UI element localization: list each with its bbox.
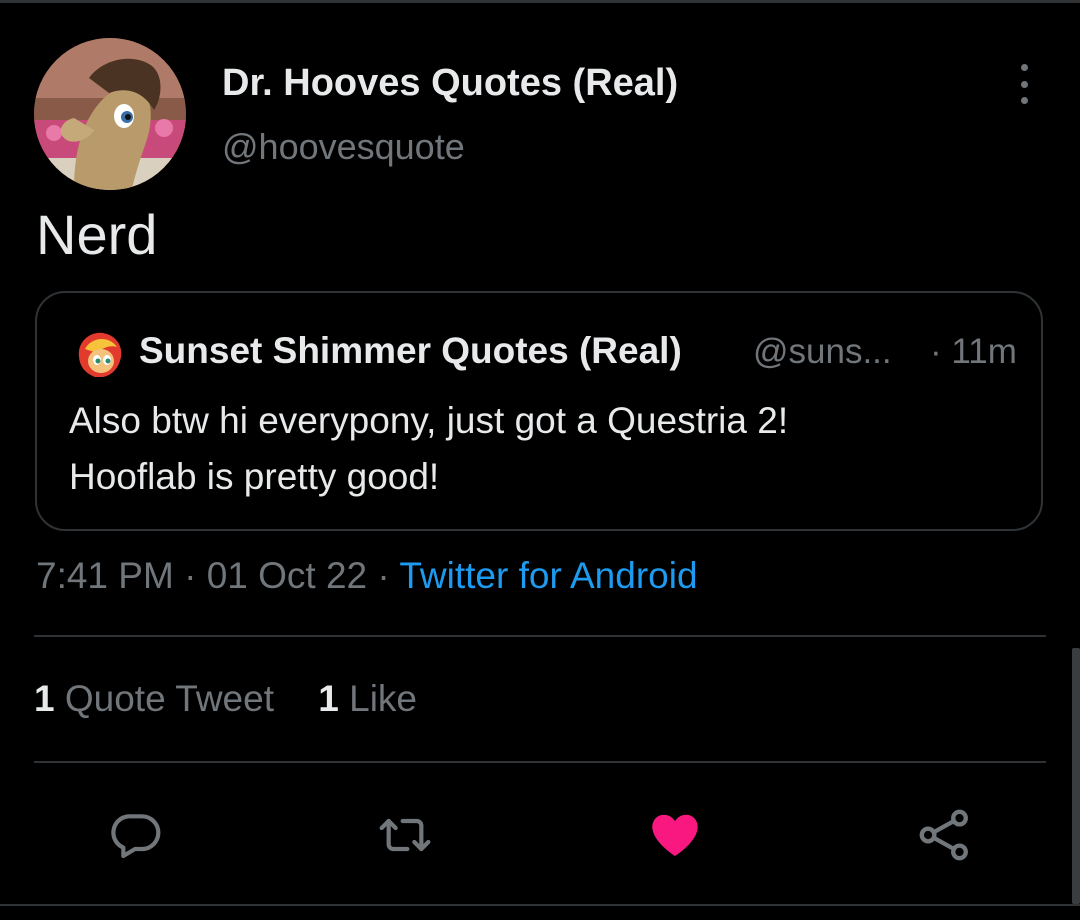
quote-tweet-count: 1: [34, 678, 55, 719]
quoted-author-handle: @suns...: [753, 332, 892, 371]
quoted-author-name: Sunset Shimmer Quotes (Real): [139, 330, 682, 371]
top-border: [0, 0, 1080, 3]
action-bar: [0, 804, 1080, 866]
bottom-border: [0, 904, 1080, 906]
quoted-text-line-1: Also btw hi everypony, just got a Questr…: [69, 400, 789, 441]
quoted-timestamp: · 11m: [930, 332, 1017, 371]
like-button[interactable]: [644, 804, 706, 866]
quote-tweets-stat[interactable]: 1 Quote Tweet: [34, 678, 274, 719]
retweet-button[interactable]: [374, 804, 436, 866]
tweet-time: 7:41 PM: [36, 555, 174, 596]
dot: [1020, 97, 1028, 104]
heart-icon: [652, 814, 698, 856]
like-count: 1: [318, 678, 339, 719]
quoted-text-line-2: Hooflab is pretty good!: [69, 456, 440, 497]
tweet-source-link[interactable]: Twitter for Android: [399, 555, 697, 596]
sunset-avatar-icon: [73, 327, 127, 381]
meta-separator: ·: [173, 555, 207, 596]
reply-icon: [111, 814, 161, 859]
dot: [1020, 80, 1028, 88]
quoted-tweet-card[interactable]: Sunset Shimmer Quotes (Real) @suns... · …: [35, 291, 1043, 531]
like-label: Like: [349, 678, 418, 719]
author-handle[interactable]: @hoovesquote: [222, 126, 465, 168]
divider: [34, 635, 1046, 637]
dot: [1020, 64, 1028, 71]
author-avatar[interactable]: [34, 38, 186, 190]
pony-avatar-icon: [34, 38, 186, 190]
meta-separator: ·: [367, 555, 400, 596]
tweet-date: 01 Oct 22: [206, 555, 368, 596]
more-options-icon[interactable]: [1010, 64, 1038, 104]
quoted-text: Also btw hi everypony, just got a Questr…: [69, 393, 1009, 505]
scrollbar[interactable]: [1072, 648, 1080, 904]
share-icon: [919, 809, 968, 861]
tweet-stats: 1 Quote Tweet 1 Like: [34, 678, 451, 720]
divider: [34, 761, 1046, 763]
quote-tweet-label: Quote Tweet: [64, 678, 274, 719]
tweet-text: Nerd: [36, 203, 158, 266]
tweet-meta: 7:41 PM · 01 Oct 22 · Twitter for Androi…: [36, 555, 698, 597]
share-button[interactable]: [914, 804, 976, 866]
retweet-icon: [379, 818, 431, 852]
quoted-author-avatar[interactable]: [73, 327, 127, 381]
author-name[interactable]: Dr. Hooves Quotes (Real): [222, 62, 678, 105]
reply-button[interactable]: [104, 804, 166, 866]
likes-stat[interactable]: 1 Like: [318, 678, 417, 719]
